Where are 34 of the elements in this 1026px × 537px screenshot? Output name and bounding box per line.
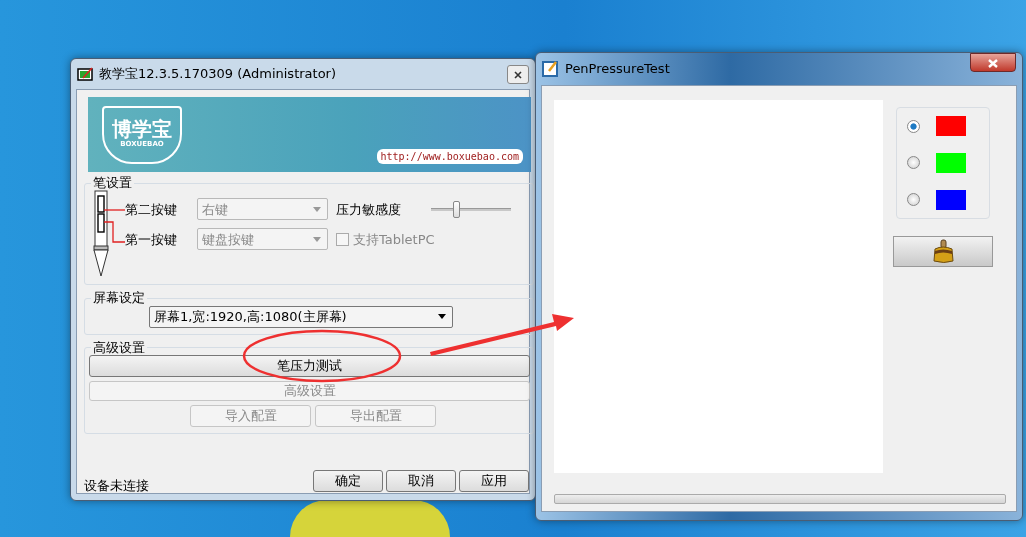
dialog-button[interactable]: 取消 — [386, 469, 456, 492]
slider-thumb[interactable] — [452, 200, 460, 218]
leader-line — [103, 221, 125, 243]
close-icon — [987, 58, 999, 69]
dialog-button[interactable]: 确定 — [313, 469, 383, 492]
group-title: 屏幕设定 — [92, 291, 146, 306]
field-label: 第一按键 — [125, 230, 178, 249]
leader-line — [103, 209, 125, 211]
caret-icon — [313, 236, 321, 242]
dialog-button[interactable]: 应用 — [459, 469, 529, 492]
caret-icon — [313, 206, 321, 212]
action-button[interactable]: 笔压力测试 — [89, 354, 530, 377]
clear-button[interactable] — [893, 236, 993, 267]
group-title: 笔设置 — [92, 176, 133, 191]
window-title: 教学宝12.3.5.170309 (Administrator) — [99, 65, 337, 84]
close-icon — [514, 70, 522, 79]
screen-select[interactable]: 屏幕1,宽:1920,高:1080(主屏幕) — [149, 305, 453, 328]
field-label: 第二按键 — [125, 200, 178, 219]
close-button[interactable] — [970, 53, 1016, 72]
website-url: http://www.boxuebao.com — [376, 149, 523, 164]
radio-button[interactable] — [907, 193, 920, 207]
close-button[interactable] — [507, 64, 529, 84]
radio-button[interactable] — [907, 156, 920, 170]
status-text: 设备未连接 — [84, 477, 150, 496]
radio-button[interactable] — [907, 119, 920, 133]
field-label: 压力敏感度 — [336, 200, 401, 219]
logo-text: 博学宝 — [112, 119, 172, 140]
app-icon — [542, 61, 558, 77]
caret-icon — [438, 314, 446, 320]
window-title: PenPressureTest — [565, 60, 671, 79]
checkbox-label: 支持TabletPC — [353, 230, 435, 249]
app-icon — [77, 66, 93, 81]
broom-icon — [933, 239, 953, 263]
group-title: 高级设置 — [92, 340, 146, 355]
